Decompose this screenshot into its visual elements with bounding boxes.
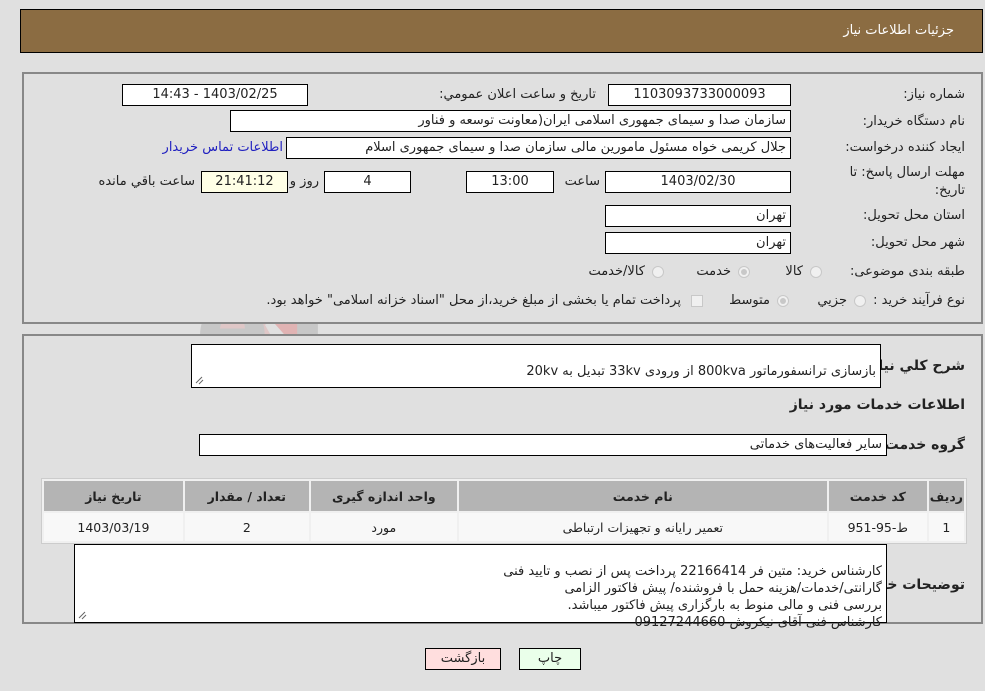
description-textarea[interactable]: بازسازی ترانسفورماتور 800kva از ورودی 33…: [191, 344, 881, 388]
announce-datetime-label: تاریخ و ساعت اعلان عمومي:: [439, 87, 596, 102]
days-label: روز و: [289, 174, 319, 189]
page-header: جزئیات اطلاعات نیاز: [20, 9, 983, 53]
category-radio-goods-service[interactable]: [652, 266, 664, 278]
purchase-option-medium: متوسط: [729, 293, 770, 308]
purchase-option-minor: جزیي: [817, 293, 847, 308]
buyer-contact-link[interactable]: اطلاعات تماس خریدار: [163, 140, 283, 155]
province-label: استان محل تحویل:: [863, 208, 965, 223]
services-section-title: اطلاعات خدمات مورد نیاز: [789, 397, 965, 413]
category-label: طبقه بندی موضوعی:: [849, 264, 965, 279]
col-header-unit: واحد اندازه گیری: [310, 481, 457, 511]
treasury-checkbox[interactable]: [691, 295, 703, 307]
category-radio-service[interactable]: [738, 266, 750, 278]
services-panel: شرح کلي نياز: بازسازی ترانسفورماتور 800k…: [22, 334, 983, 630]
col-header-need-date: تاریخ نیاز: [44, 481, 183, 511]
purchase-radio-minor[interactable]: [854, 295, 866, 307]
buyer-org-field: سازمان صدا و سیمای جمهوری اسلامی ایران(م…: [230, 110, 791, 132]
cell-need-date: 1403/03/19: [44, 513, 183, 541]
description-text: بازسازی ترانسفورماتور 800kva از ورودی 33…: [526, 364, 876, 379]
cell-quantity: 2: [184, 513, 309, 541]
category-option-service: خدمت: [696, 264, 731, 279]
buyer-notes-textarea[interactable]: کارشناس خرید: متین فر 22166414 پرداخت پس…: [74, 544, 887, 630]
deadline-date-field: 1403/02/30: [605, 171, 791, 193]
col-header-quantity: تعداد / مقدار: [184, 481, 309, 511]
city-label: شهر محل تحویل:: [870, 235, 965, 250]
back-button[interactable]: بازگشت: [425, 648, 501, 670]
col-header-service-name: نام خدمت: [458, 481, 827, 511]
category-radio-goods[interactable]: [810, 266, 822, 278]
requester-field: جلال کریمی خواه مسئول مامورین مالی سازما…: [286, 137, 791, 159]
service-group-field: سایر فعالیت‌های خدماتی: [199, 434, 887, 456]
need-number-label: شماره نیاز:: [903, 87, 965, 102]
need-info-panel: شماره نیاز: 1103093733000093 تاریخ و ساع…: [22, 72, 983, 324]
cell-unit: مورد: [310, 513, 457, 541]
services-table: ردیف کد خدمت نام خدمت واحد اندازه گیری ت…: [41, 478, 967, 544]
treasury-checkbox-label: پرداخت تمام یا بخشی از مبلغ خرید،از محل …: [266, 293, 681, 308]
resize-grip-icon[interactable]: [77, 610, 87, 620]
purchase-type-label: نوع فرآیند خرید :: [873, 293, 965, 308]
service-group-label: گروه خدمت:: [879, 437, 965, 453]
resize-grip-icon[interactable]: [194, 375, 204, 385]
deadline-label: مهلت ارسال پاسخ: تا تاریخ:: [849, 165, 965, 198]
requester-label: ایجاد کننده درخواست:: [845, 140, 965, 155]
deadline-time-field: 13:00: [466, 171, 554, 193]
table-row: 1 ط-95-951 تعمیر رایانه و تجهیزات ارتباط…: [44, 513, 964, 541]
category-option-goods: کالا: [785, 264, 803, 279]
need-number-field: 1103093733000093: [608, 84, 791, 106]
cell-row-number: 1: [928, 513, 964, 541]
category-option-goods-service: کالا/خدمت: [588, 264, 645, 279]
cell-service-code: ط-95-951: [828, 513, 927, 541]
remaining-days-field: 4: [324, 171, 411, 193]
col-header-service-code: کد خدمت: [828, 481, 927, 511]
province-field: تهران: [605, 205, 791, 227]
buyer-notes-text: کارشناس خرید: متین فر 22166414 پرداخت پس…: [503, 564, 882, 630]
buyer-org-label: نام دستگاه خریدار:: [862, 114, 965, 129]
col-header-row-number: ردیف: [928, 481, 964, 511]
remaining-time-label: ساعت باقي مانده: [98, 174, 195, 189]
purchase-radio-medium[interactable]: [777, 295, 789, 307]
page-title: جزئیات اطلاعات نیاز: [843, 23, 954, 38]
deadline-time-label: ساعت: [564, 174, 600, 189]
announce-datetime-field: 1403/02/25 - 14:43: [122, 84, 308, 106]
print-button[interactable]: چاپ: [519, 648, 581, 670]
city-field: تهران: [605, 232, 791, 254]
cell-service-name: تعمیر رایانه و تجهیزات ارتباطی: [458, 513, 827, 541]
remaining-time-field: 21:41:12: [201, 171, 288, 193]
table-header-row: ردیف کد خدمت نام خدمت واحد اندازه گیری ت…: [44, 481, 964, 511]
